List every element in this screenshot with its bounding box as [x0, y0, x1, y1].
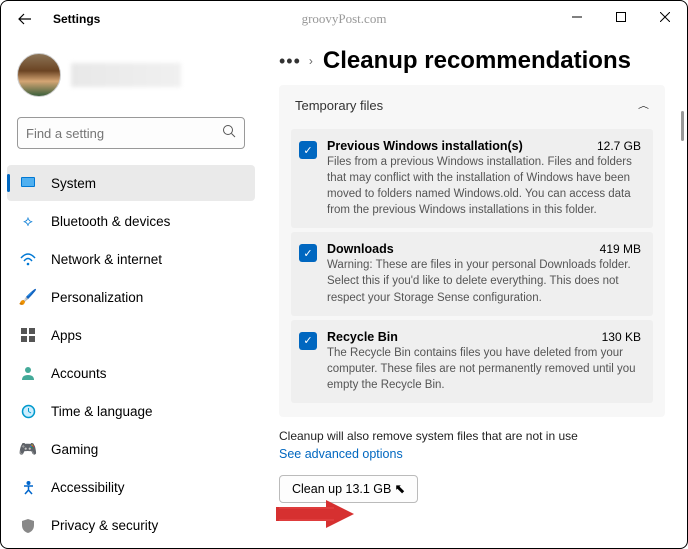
cleanup-note: Cleanup will also remove system files th…	[279, 429, 665, 443]
nav-label: Accounts	[51, 366, 107, 381]
sidebar-item-accessibility[interactable]: Accessibility	[7, 469, 255, 505]
watermark: groovyPost.com	[302, 11, 387, 27]
maximize-button[interactable]	[599, 1, 643, 33]
sidebar-item-gaming[interactable]: 🎮 Gaming	[7, 431, 255, 467]
item-desc: Files from a previous Windows installati…	[327, 154, 641, 218]
item-desc: Warning: These are files in your persona…	[327, 257, 641, 305]
section-header[interactable]: Temporary files ︿	[279, 85, 665, 125]
sidebar: System ⟡ Bluetooth & devices Network & in…	[1, 37, 261, 548]
sidebar-item-network[interactable]: Network & internet	[7, 241, 255, 277]
breadcrumb: ••• › Cleanup recommendations	[279, 47, 665, 75]
sidebar-item-update[interactable]: Windows Update	[7, 545, 255, 548]
window-controls	[555, 1, 687, 33]
temporary-files-section: Temporary files ︿ ✓ Previous Windows ins…	[279, 85, 665, 417]
search-box[interactable]	[17, 117, 245, 149]
checkbox[interactable]: ✓	[299, 244, 317, 262]
gaming-icon: 🎮	[19, 440, 37, 458]
shield-icon	[19, 516, 37, 534]
nav-label: Gaming	[51, 442, 98, 457]
breadcrumb-more[interactable]: •••	[279, 51, 301, 72]
sidebar-item-time[interactable]: Time & language	[7, 393, 255, 429]
checkbox[interactable]: ✓	[299, 332, 317, 350]
content-area: ••• › Cleanup recommendations Temporary …	[261, 37, 687, 548]
person-icon	[19, 364, 37, 382]
cleanup-item-previous-windows: ✓ Previous Windows installation(s) 12.7 G…	[291, 129, 653, 228]
item-size: 130 KB	[602, 330, 641, 344]
brush-icon: 🖌️	[19, 288, 37, 306]
item-size: 12.7 GB	[597, 139, 641, 153]
avatar	[17, 53, 61, 97]
item-title: Downloads	[327, 242, 394, 256]
accessibility-icon	[19, 478, 37, 496]
page-title: Cleanup recommendations	[323, 47, 631, 75]
sidebar-item-apps[interactable]: Apps	[7, 317, 255, 353]
clock-icon	[19, 402, 37, 420]
cleanup-button[interactable]: Clean up 13.1 GB⬉	[279, 475, 418, 503]
button-label: Clean up 13.1 GB	[292, 482, 391, 496]
nav-label: Bluetooth & devices	[51, 214, 170, 229]
nav-label: Time & language	[51, 404, 153, 419]
user-name-redacted	[71, 63, 181, 87]
nav-label: System	[51, 176, 96, 191]
nav-label: Network & internet	[51, 252, 162, 267]
nav-label: Privacy & security	[51, 518, 158, 533]
user-profile[interactable]	[7, 47, 255, 103]
item-title: Recycle Bin	[327, 330, 398, 344]
item-title: Previous Windows installation(s)	[327, 139, 523, 153]
apps-icon	[19, 326, 37, 344]
advanced-options-link[interactable]: See advanced options	[279, 447, 403, 461]
sidebar-item-bluetooth[interactable]: ⟡ Bluetooth & devices	[7, 203, 255, 239]
scrollbar[interactable]	[681, 111, 684, 141]
system-icon	[19, 174, 37, 192]
item-desc: The Recycle Bin contains files you have …	[327, 345, 641, 393]
wifi-icon	[19, 250, 37, 268]
nav-label: Personalization	[51, 290, 143, 305]
sidebar-item-accounts[interactable]: Accounts	[7, 355, 255, 391]
minimize-button[interactable]	[555, 1, 599, 33]
back-button[interactable]	[13, 7, 37, 31]
cleanup-item-recycle-bin: ✓ Recycle Bin 130 KB The Recycle Bin cont…	[291, 320, 653, 403]
chevron-up-icon: ︿	[638, 99, 649, 110]
search-icon	[222, 124, 236, 143]
item-size: 419 MB	[600, 242, 641, 256]
bluetooth-icon: ⟡	[19, 212, 37, 230]
titlebar: Settings groovyPost.com	[1, 1, 687, 37]
chevron-right-icon: ›	[309, 54, 313, 68]
cursor-icon: ⬉	[394, 481, 405, 497]
nav-label: Apps	[51, 328, 82, 343]
window-title: Settings	[53, 12, 100, 26]
sidebar-item-system[interactable]: System	[7, 165, 255, 201]
cleanup-item-downloads: ✓ Downloads 419 MB Warning: These are fil…	[291, 232, 653, 315]
nav-label: Accessibility	[51, 480, 125, 495]
search-input[interactable]	[26, 126, 222, 141]
close-button[interactable]	[643, 1, 687, 33]
checkbox[interactable]: ✓	[299, 141, 317, 159]
sidebar-item-personalization[interactable]: 🖌️ Personalization	[7, 279, 255, 315]
sidebar-item-privacy[interactable]: Privacy & security	[7, 507, 255, 543]
section-title: Temporary files	[295, 98, 383, 113]
